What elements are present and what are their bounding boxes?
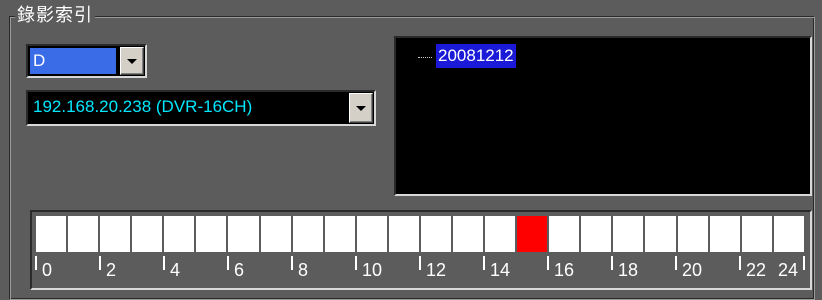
timeline-cell[interactable] [613,216,644,252]
timeline-cell[interactable] [773,216,804,252]
group-title: 錄影索引 [15,5,95,27]
timeline-tick [163,256,165,270]
timeline-tick-label: 22 [746,260,767,280]
timeline-cell[interactable] [228,216,259,252]
timeline-tick-label: 8 [298,260,309,280]
timeline-cell[interactable] [677,216,708,252]
timeline-tick-label: 20 [682,260,703,280]
timeline-tick [803,256,805,270]
timeline-cell[interactable] [645,216,676,252]
timeline-tick [355,256,357,270]
timeline-cell[interactable] [36,216,67,252]
timeline-cell[interactable] [100,216,131,252]
timeline-tick-label: 2 [106,260,117,280]
timeline-tick-label: 16 [554,260,575,280]
timeline-cell[interactable] [453,216,484,252]
timeline-tick [227,256,229,270]
timeline-tick [547,256,549,270]
timeline-cell[interactable] [292,216,323,252]
timeline-cell[interactable] [324,216,355,252]
timeline-cell[interactable] [196,216,227,252]
timeline-tick [611,256,613,270]
timeline-cell[interactable] [741,216,772,252]
device-select-value: 192.168.20.238 (DVR-16CH) [33,97,253,116]
timeline-cells [36,216,804,252]
drive-select[interactable]: D [26,44,147,78]
timeline-cell[interactable] [709,216,740,252]
timeline-cell[interactable] [68,216,99,252]
timeline-tick-label: 24 [778,260,799,280]
device-select[interactable]: 192.168.20.238 (DVR-16CH) [26,90,376,126]
drive-dropdown-button[interactable] [120,47,144,75]
timeline-cell[interactable] [549,216,580,252]
timeline-tick-label: 10 [362,260,383,280]
device-dropdown-button[interactable] [349,93,373,123]
timeline-cell[interactable] [164,216,195,252]
timeline-tick [483,256,485,270]
timeline-cell[interactable] [132,216,163,252]
timeline-cell[interactable] [485,216,516,252]
timeline-tick [99,256,101,270]
timeline-cell[interactable] [356,216,387,252]
timeline-cell-recorded[interactable] [517,216,548,252]
timeline-tick [419,256,421,270]
date-tree[interactable]: 20081212 [394,36,812,196]
drive-select-value: D [30,48,116,74]
timeline-tick-label: 0 [42,260,53,280]
tree-node-date[interactable]: 20081212 [436,44,516,68]
timeline-tick [35,256,37,270]
chevron-down-icon [356,105,366,111]
timeline-tick-label: 18 [618,260,639,280]
timeline-tick [739,256,741,270]
timeline-cell[interactable] [420,216,452,252]
timeline-tick [675,256,677,270]
hour-timeline: 0 2 4 6 8 10 12 14 16 18 20 22 24 [30,210,812,290]
timeline-cell[interactable] [581,216,612,252]
timeline-tick-label: 4 [170,260,181,280]
timeline-tick-label: 12 [426,260,447,280]
timeline-tick-label: 14 [490,260,511,280]
timeline-cell[interactable] [388,216,419,252]
timeline-cell[interactable] [260,216,291,252]
timeline-tick [291,256,293,270]
chevron-down-icon [127,58,137,64]
timeline-tick-label: 6 [234,260,245,280]
timeline-scale: 0 2 4 6 8 10 12 14 16 18 20 22 24 [35,256,805,284]
tree-connector-line [418,57,432,58]
